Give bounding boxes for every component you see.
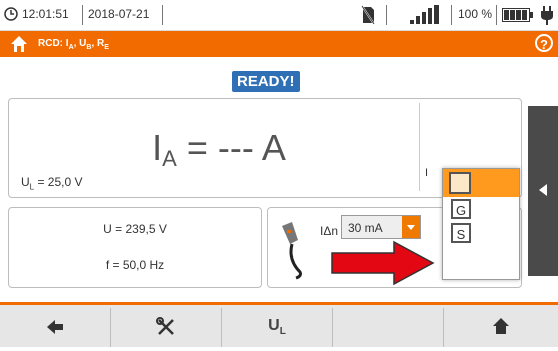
side-panel-tab[interactable]	[528, 106, 558, 276]
home-icon[interactable]	[10, 35, 28, 53]
status-bar: 12:01:51 2018-07-21 100 %	[0, 0, 558, 31]
divider	[82, 5, 83, 25]
arrow-left-icon	[47, 320, 63, 334]
popup-option-g[interactable]: G	[451, 199, 471, 219]
home-button[interactable]	[444, 308, 558, 347]
idn-selected-value: 30 mA	[348, 221, 383, 235]
option-box-icon	[449, 172, 471, 194]
clock-time: 12:01:51	[22, 7, 69, 21]
arrow-left-icon	[539, 184, 547, 196]
tools-icon	[156, 317, 174, 335]
clock-icon	[4, 7, 18, 21]
divider	[419, 103, 420, 191]
voltage-value: U = 239,5 V	[103, 222, 167, 236]
frequency-value: f = 50,0 Hz	[105, 258, 165, 272]
popup-option-s[interactable]: S	[451, 223, 471, 243]
divider	[162, 5, 163, 25]
ready-status-badge: READY!	[232, 71, 300, 92]
touch-voltage-limit: UL = 25,0 V	[21, 175, 83, 192]
idn-label: IΔn	[320, 224, 339, 238]
rcd-type-popup: G S	[442, 168, 520, 280]
battery-icon	[502, 8, 533, 22]
bottom-toolbar: UL	[0, 302, 558, 347]
help-button[interactable]: ?	[535, 34, 553, 52]
sd-card-missing-icon	[361, 5, 375, 25]
chevron-down-icon	[402, 216, 420, 238]
home-icon	[493, 318, 509, 334]
divider	[386, 5, 387, 25]
red-arrow-icon	[331, 240, 435, 286]
plug-icon	[541, 6, 553, 25]
empty-button[interactable]	[333, 308, 444, 347]
result-value: IA = --- A	[152, 127, 286, 171]
signal-strength-icon	[410, 5, 439, 24]
idn-select[interactable]: 30 mA	[341, 215, 421, 239]
popup-option-selected[interactable]	[443, 169, 519, 197]
divider	[496, 5, 497, 25]
rcd-probe-icon	[282, 222, 302, 280]
settings-button[interactable]	[111, 308, 222, 347]
page-title: RCD: IA, UB, RE	[38, 38, 109, 51]
divider	[451, 5, 452, 25]
battery-percent: 100 %	[458, 7, 493, 21]
back-button[interactable]	[0, 308, 111, 347]
ul-button[interactable]: UL	[222, 308, 333, 347]
ia-partial-label: I	[425, 167, 429, 179]
clock-date: 2018-07-21	[88, 7, 150, 21]
measurement-panel: U = 239,5 V f = 50,0 Hz	[8, 207, 262, 288]
title-bar: RCD: IA, UB, RE ?	[0, 31, 558, 57]
